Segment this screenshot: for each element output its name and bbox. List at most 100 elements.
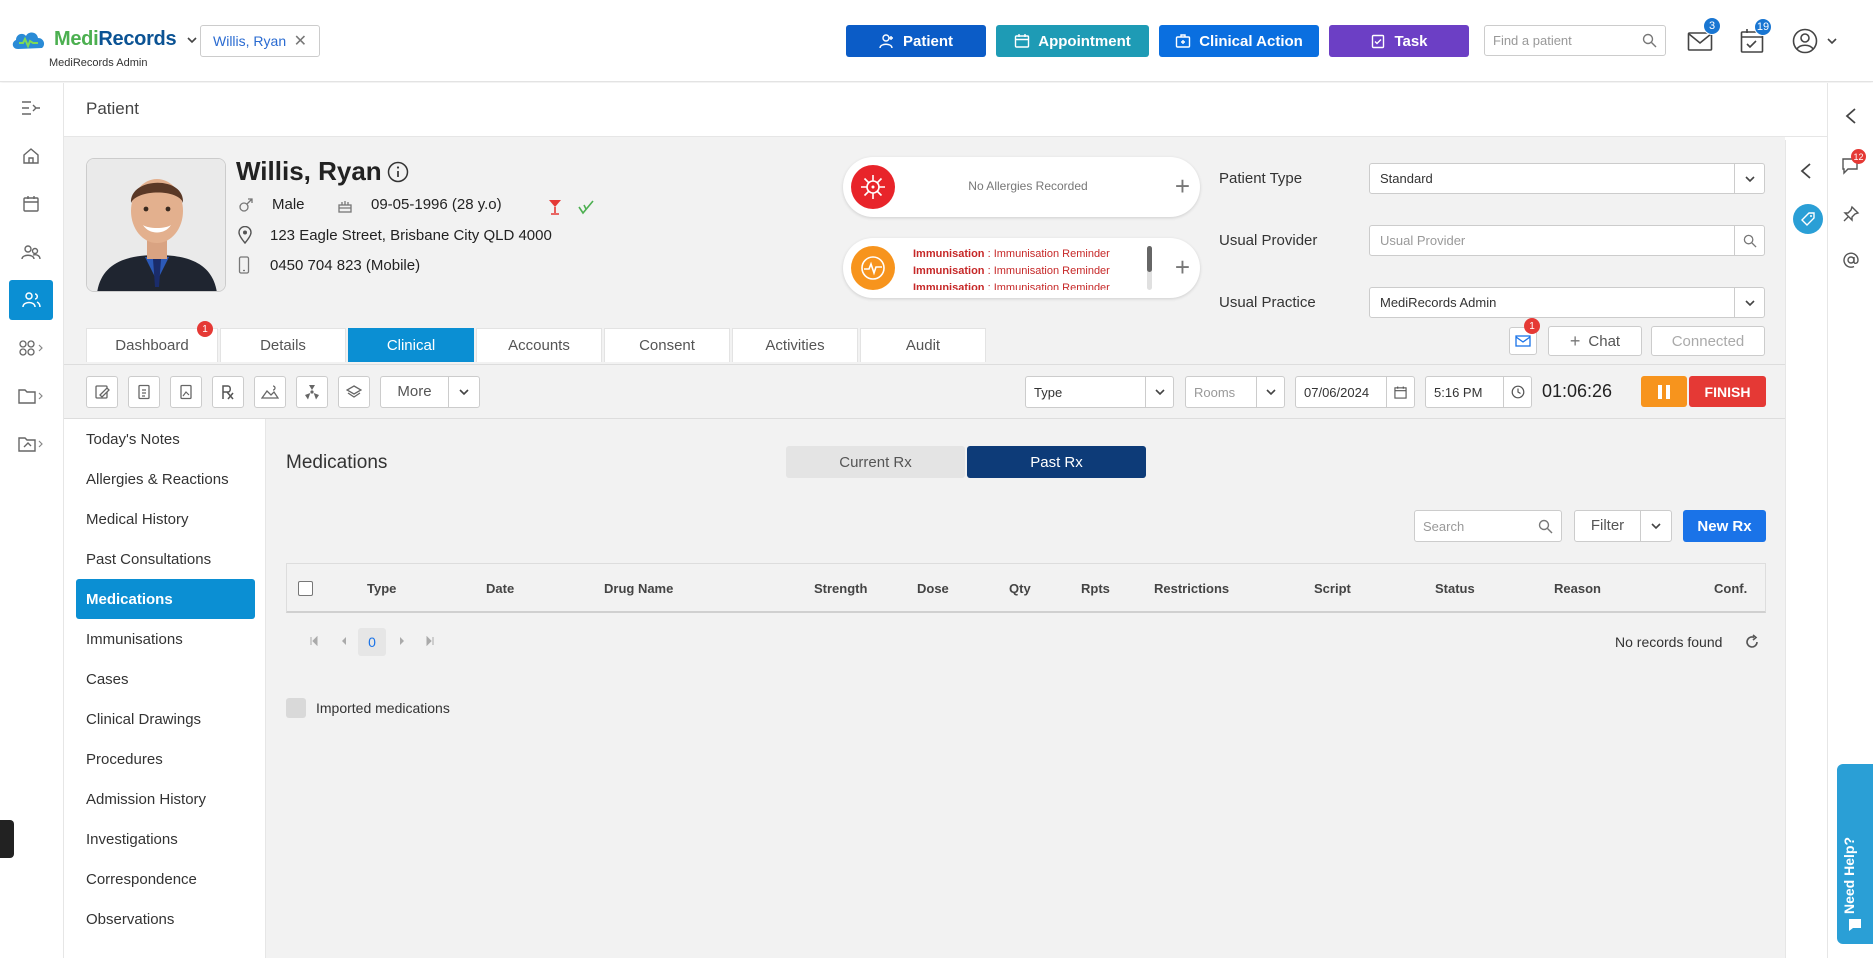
chevron-down-icon[interactable] [1641,520,1671,532]
side-drawer-handle[interactable] [0,820,14,858]
filter-dropdown[interactable]: Filter [1574,510,1672,542]
chat-button[interactable]: + Chat [1548,326,1642,356]
new-task-button[interactable]: Task [1329,25,1469,57]
add-immunisation-icon[interactable]: + [1175,254,1190,280]
nav-home[interactable] [9,136,53,176]
mail-button[interactable]: 3 [1687,17,1721,53]
tag-button[interactable] [1793,204,1823,234]
alcohol-icon[interactable] [548,199,562,215]
add-allergy-icon[interactable]: + [1175,173,1190,199]
select-all-checkbox[interactable] [298,581,313,596]
rooms-select[interactable]: Rooms [1185,376,1285,408]
col-restrictions[interactable]: Restrictions [1154,581,1229,596]
page-number[interactable]: 0 [358,628,386,656]
col-date[interactable]: Date [486,581,514,596]
report-tool[interactable] [170,376,202,408]
nav-folders[interactable] [9,376,53,416]
sidemenu-item[interactable]: Investigations [76,819,255,859]
tab-clinical[interactable]: Clinical [348,328,474,362]
imported-medications-toggle[interactable]: Imported medications [286,698,450,718]
sidemenu-item[interactable]: Cases [76,659,255,699]
tab-activities[interactable]: Activities [732,328,858,362]
refresh-icon[interactable] [1744,634,1760,650]
usual-provider-input[interactable]: Usual Provider [1369,225,1765,256]
prescription-tool[interactable] [212,376,244,408]
clock-icon[interactable] [1503,377,1531,407]
prev-page-icon[interactable] [339,636,349,646]
patient-type-select[interactable]: Standard [1369,163,1765,194]
info-icon[interactable] [387,161,409,183]
immunisation-reminder[interactable]: Immunisation : Immunisation Reminder [913,246,1133,263]
search-icon[interactable] [1642,33,1657,48]
document-tool[interactable] [128,376,160,408]
connected-button[interactable]: Connected [1651,326,1765,356]
tab-audit[interactable]: Audit [860,328,986,362]
chevron-down-icon[interactable] [186,34,198,46]
search-icon[interactable] [1538,519,1553,534]
finish-button[interactable]: FINISH [1689,376,1766,407]
tasks-button[interactable]: 19 [1740,18,1772,54]
new-rx-button[interactable]: New Rx [1683,510,1766,542]
sidemenu-item[interactable]: Immunisations [76,619,255,659]
need-help-button[interactable]: Need Help? [1837,764,1873,944]
col-conf[interactable]: Conf. [1714,581,1747,596]
clinical-action-button[interactable]: Clinical Action [1159,25,1319,57]
nav-calendar[interactable] [9,184,53,224]
sidemenu-item[interactable]: Allergies & Reactions [76,459,255,499]
immunisation-reminder[interactable]: Immunisation : Immunisation Reminder [913,280,1133,290]
smoking-status-icon[interactable] [578,199,594,215]
mention-icon[interactable] [1842,251,1860,269]
nav-users[interactable] [9,232,53,272]
tab-dashboard[interactable]: Dashboard 1 [86,321,218,362]
sidemenu-item[interactable]: Correspondence [76,859,255,899]
sidemenu-item[interactable]: Clinical Drawings [76,699,255,739]
time-input[interactable]: 5:16 PM [1425,376,1532,408]
nav-expand[interactable] [9,88,53,128]
notes-tool[interactable] [86,376,118,408]
search-icon[interactable] [1734,226,1764,255]
nav-patients[interactable] [9,280,53,320]
chevron-left-icon[interactable] [1844,107,1858,125]
last-page-icon[interactable] [425,636,435,646]
col-rpts[interactable]: Rpts [1081,581,1110,596]
col-dose[interactable]: Dose [917,581,949,596]
patient-chip[interactable]: Willis, Ryan ✕ [200,25,320,57]
new-patient-button[interactable]: Patient [846,25,986,57]
nav-shared-folders[interactable] [9,424,53,464]
tab-details[interactable]: Details [220,328,346,362]
col-qty[interactable]: Qty [1009,581,1031,596]
next-page-icon[interactable] [397,636,407,646]
sidemenu-item[interactable]: Medical History [76,499,255,539]
col-drug-name[interactable]: Drug Name [604,581,673,596]
tab-consent[interactable]: Consent [604,328,730,362]
more-dropdown[interactable]: More [380,376,480,408]
chevron-left-icon[interactable] [1799,162,1813,180]
chevron-down-icon[interactable] [449,386,479,398]
app-logo[interactable]: MediRecords [10,28,198,51]
reminders-scrollbar[interactable] [1147,246,1152,290]
col-status[interactable]: Status [1435,581,1475,596]
immunisation-reminder[interactable]: Immunisation : Immunisation Reminder [913,263,1133,280]
chevron-down-icon[interactable] [1145,377,1173,407]
type-select[interactable]: Type [1025,376,1174,408]
sidemenu-item[interactable]: Medications [76,579,255,619]
tab-accounts[interactable]: Accounts [476,328,602,362]
education-tool[interactable] [338,376,370,408]
col-type[interactable]: Type [367,581,396,596]
chevron-down-icon[interactable] [1734,288,1764,317]
nav-groups[interactable] [9,328,53,368]
col-reason[interactable]: Reason [1554,581,1601,596]
user-menu[interactable] [1792,28,1838,54]
chevron-down-icon[interactable] [1256,377,1284,407]
chevron-down-icon[interactable] [1734,164,1764,193]
past-rx-toggle[interactable]: Past Rx [967,446,1146,478]
new-appointment-button[interactable]: Appointment [996,25,1149,57]
date-input[interactable]: 07/06/2024 [1295,376,1415,408]
find-patient-input[interactable]: Find a patient [1484,25,1666,56]
first-page-icon[interactable] [309,636,319,646]
col-script[interactable]: Script [1314,581,1351,596]
sidemenu-item[interactable]: Admission History [76,779,255,819]
patient-photo[interactable] [86,158,226,292]
notifications-button[interactable]: 12 [1841,149,1866,175]
pin-icon[interactable] [1842,205,1860,223]
